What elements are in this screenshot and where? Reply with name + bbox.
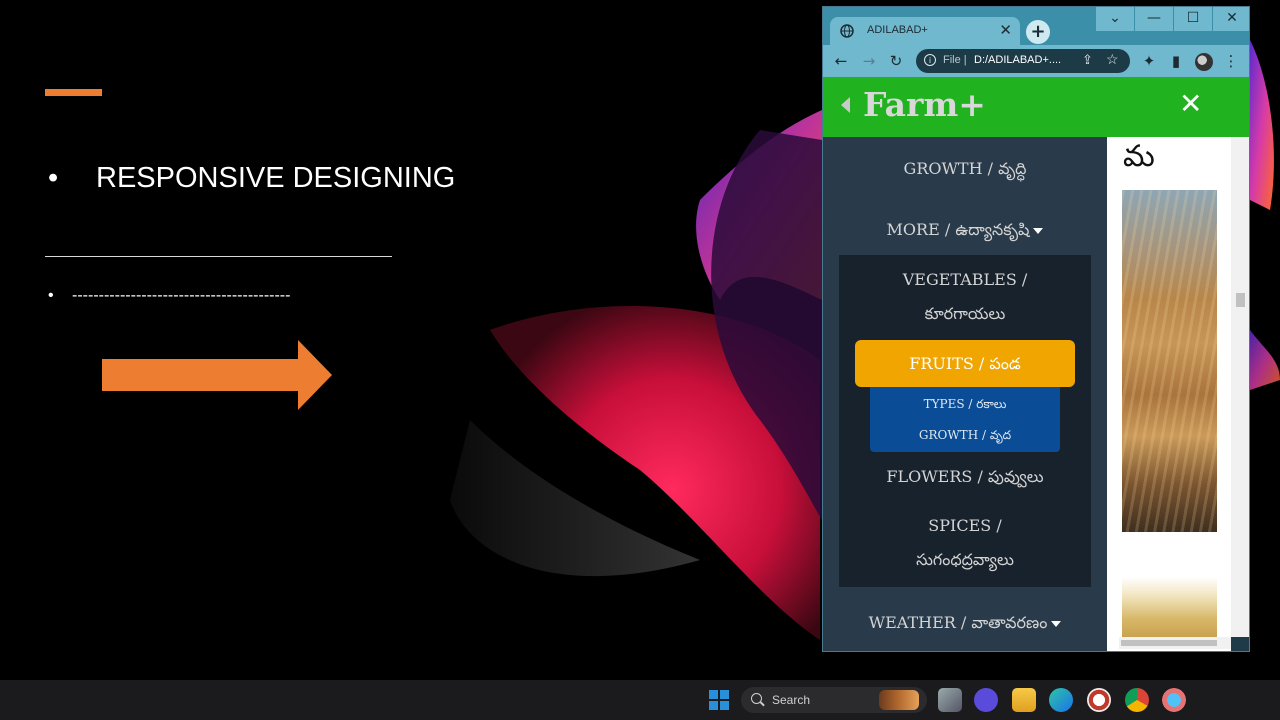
minimize-button[interactable]: — [1134, 7, 1173, 31]
wheat-field-image [1122, 190, 1217, 532]
wheat-field-image-2 [1122, 577, 1217, 637]
submenu-vegetables-line1[interactable]: VEGETABLES / [839, 263, 1091, 297]
menu-item-growth[interactable]: GROWTH / వృద్ధి [823, 159, 1107, 182]
file-explorer-icon[interactable] [1012, 688, 1036, 712]
extensions-icon[interactable]: ✦ [1139, 51, 1159, 71]
bullet-symbol: • [48, 162, 59, 194]
url-text[interactable]: D:/ADILABAD+.... [974, 54, 1061, 66]
app-icon[interactable] [1087, 688, 1111, 712]
search-label: Search [772, 693, 811, 707]
heading-text: RESPONSIVE DESIGNING [96, 162, 456, 194]
edge-icon[interactable] [1049, 688, 1073, 712]
page-horizontal-scrollbar[interactable] [1119, 637, 1231, 649]
submenu-flowers[interactable]: FLOWERS / పువ్వులు [839, 460, 1091, 494]
fruits-submenu: TYPES / రకాలు GROWTH / వృద [870, 387, 1060, 452]
side-menu: GROWTH / వృద్ధి MORE / ఉద్యానకృషి VEGETA… [823, 137, 1107, 651]
reload-icon[interactable]: ↻ [886, 51, 906, 71]
close-menu-icon[interactable]: ✕ [1179, 87, 1202, 120]
scrollbar-thumb[interactable] [1236, 293, 1245, 307]
browser-window: ADILABAD+ ✕ + ⌄ — ☐ ✕ ← → ↻ i File | D:/… [822, 6, 1250, 652]
chrome-icon[interactable] [1125, 688, 1149, 712]
maximize-button[interactable]: ☐ [1173, 7, 1212, 31]
tab-close-icon[interactable]: ✕ [999, 21, 1012, 39]
right-arrow-shape [102, 340, 332, 410]
caret-left-icon[interactable] [841, 97, 850, 113]
content-heading: మ [1123, 139, 1155, 174]
menu-kebab-icon[interactable]: ⋮ [1221, 51, 1241, 71]
dash-text: ----------------------------------------… [72, 287, 291, 304]
close-window-button[interactable]: ✕ [1212, 7, 1249, 31]
menu-item-more-label: MORE / ఉద్యానకృషి [886, 220, 1030, 239]
search-icon [751, 693, 762, 704]
back-icon[interactable]: ← [831, 51, 851, 71]
bullet-dash-line: • ---------------------------------------… [48, 287, 290, 305]
info-icon[interactable]: i [924, 54, 936, 66]
bullet-symbol: • [48, 287, 54, 304]
tab-search-button[interactable]: ⌄ [1095, 7, 1134, 31]
fruits-types-item[interactable]: TYPES / రకాలు [870, 397, 1060, 414]
browser-titlebar: ADILABAD+ ✕ + ⌄ — ☐ ✕ [823, 7, 1249, 45]
site-header: Farm+ ✕ [823, 77, 1249, 137]
task-view-icon[interactable] [938, 688, 962, 712]
profile-avatar[interactable] [1195, 53, 1213, 71]
share-icon[interactable]: ⇪ [1082, 52, 1093, 68]
menu-item-weather[interactable]: WEATHER / వాతావరణం [823, 613, 1107, 636]
new-tab-button[interactable]: + [1026, 20, 1050, 44]
fruits-growth-item[interactable]: GROWTH / వృద [870, 428, 1060, 445]
page-content: మ [1107, 137, 1231, 651]
scrollbar-thumb[interactable] [1121, 640, 1217, 646]
divider-line [45, 256, 392, 257]
url-scheme: File | [943, 54, 967, 66]
menu-item-more[interactable]: MORE / ఉద్యానకృషి [823, 220, 1107, 243]
submenu-fruits[interactable]: FRUITS / పండ [855, 340, 1075, 387]
bullet-heading: • RESPONSIVE DESIGNING [48, 162, 455, 195]
side-panel-icon[interactable]: ▮ [1166, 51, 1186, 71]
submenu-vegetables-line2[interactable]: కూరగాయలు [839, 297, 1091, 331]
forward-icon[interactable]: → [859, 51, 879, 71]
site-brand[interactable]: Farm+ [863, 85, 986, 124]
browser-tab[interactable]: ADILABAD+ ✕ [830, 17, 1020, 45]
address-bar[interactable]: i File | D:/ADILABAD+.... ⇪ ☆ [916, 49, 1130, 73]
accent-bar [45, 89, 102, 96]
taskbar-search[interactable]: Search [741, 687, 927, 713]
submenu-spices-line1[interactable]: SPICES / [839, 509, 1091, 543]
caret-down-icon [1033, 227, 1044, 234]
page-vertical-scrollbar[interactable] [1231, 137, 1249, 637]
chat-icon[interactable] [974, 688, 998, 712]
submenu-spices-line2[interactable]: సుగంధద్రవ్యాలు [839, 543, 1091, 577]
caret-down-icon [1051, 620, 1062, 627]
tab-title: ADILABAD+ [867, 24, 928, 36]
app-icon-2[interactable] [1162, 688, 1186, 712]
browser-toolbar: ← → ↻ i File | D:/ADILABAD+.... ⇪ ☆ ✦ ▮ … [823, 45, 1249, 77]
menu-item-weather-label: WEATHER / వాతావరణం [868, 613, 1048, 632]
windows-start-icon[interactable] [709, 690, 729, 710]
bookmark-star-icon[interactable]: ☆ [1106, 51, 1119, 68]
more-submenu: VEGETABLES / కూరగాయలు FRUITS / పండ TYPES… [839, 255, 1091, 587]
globe-icon [840, 24, 854, 38]
search-highlight-image [879, 690, 919, 710]
